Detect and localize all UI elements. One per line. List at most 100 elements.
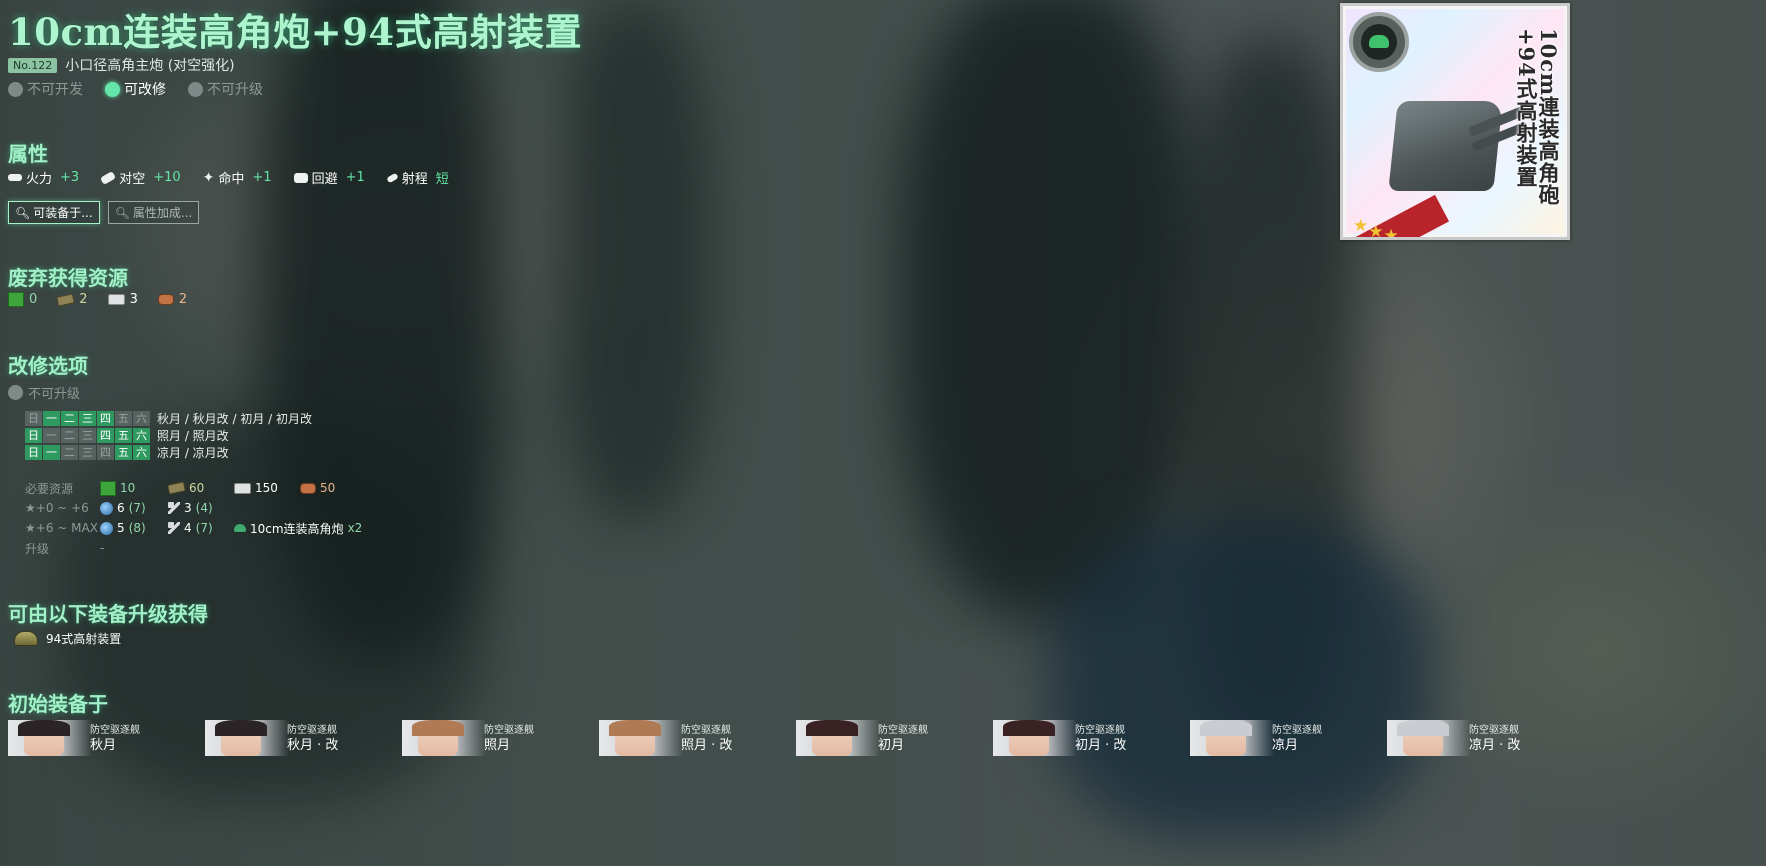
aa-fire-director-icon bbox=[14, 631, 38, 646]
scrap-fuel: 0 bbox=[8, 292, 37, 307]
ship-card[interactable]: 防空驱逐舰 秋月 · 改 bbox=[205, 720, 402, 756]
schedule-row: 日一二三四五六 秋月 / 秋月改 / 初月 / 初月改 bbox=[25, 410, 312, 427]
schedule-row: 日一二三四五六 凉月 / 凉月改 bbox=[25, 444, 312, 461]
steel-icon bbox=[107, 294, 125, 305]
accuracy-icon: ✦ bbox=[202, 169, 215, 186]
ship-type: 防空驱逐舰 bbox=[484, 725, 534, 736]
weekday-cell: 六 bbox=[133, 411, 150, 426]
ship-name: 初月 bbox=[878, 738, 905, 753]
weekday-cell: 一 bbox=[43, 428, 60, 443]
weekday-cell: 五 bbox=[115, 428, 132, 443]
equippable-ships-button[interactable]: 🔍︎ 可装备于... bbox=[8, 201, 100, 224]
requirement-stage2-row: ★+6 ~ MAX 5 (8) 4 (7) 10cm连装高角炮 x2 bbox=[25, 520, 363, 537]
scrap-bauxite: 2 bbox=[157, 292, 187, 307]
ship-banner-image bbox=[599, 720, 683, 756]
weekday-cell: 三 bbox=[79, 411, 96, 426]
weekday-cell: 二 bbox=[61, 445, 78, 460]
weekday-grid: 日一二三四五六 bbox=[25, 411, 151, 426]
equipment-number-badge: No.122 bbox=[8, 57, 58, 73]
weekday-cell: 二 bbox=[61, 411, 78, 426]
weekday-cell: 四 bbox=[97, 445, 114, 460]
ship-type: 防空驱逐舰 bbox=[1075, 725, 1125, 736]
stat-accuracy: ✦ 命中 +1 bbox=[202, 169, 272, 188]
weekday-cell: 三 bbox=[79, 428, 96, 443]
consumed-equipment[interactable]: 10cm连装高角炮 x2 bbox=[234, 520, 362, 537]
section-title-stats: 属性 bbox=[8, 142, 48, 166]
stat-bonus-button[interactable]: 🔍︎ 属性加成... bbox=[107, 201, 200, 224]
scrap-resources: 0 2 3 2 bbox=[8, 292, 187, 307]
weekday-cell: 一 bbox=[43, 411, 60, 426]
star-icon: ★ bbox=[1383, 226, 1399, 240]
development-material-icon bbox=[100, 521, 113, 535]
ship-card[interactable]: 防空驱逐舰 初月 bbox=[796, 720, 993, 756]
status-upgradable: 不可升级 bbox=[188, 79, 263, 99]
weekday-cell: 六 bbox=[133, 428, 150, 443]
weekday-cell: 四 bbox=[97, 428, 114, 443]
helper-ships: 凉月 / 凉月改 bbox=[157, 446, 229, 460]
equipment-category: 小口径高角主炮 (对空强化) bbox=[65, 58, 235, 74]
high-angle-gun-icon bbox=[234, 524, 246, 532]
ship-banner-image bbox=[205, 720, 289, 756]
status-develop: 不可开发 bbox=[8, 79, 83, 99]
weekday-cell: 日 bbox=[25, 445, 42, 460]
equipment-subline: No.122 小口径高角主炮 (对空强化) bbox=[8, 55, 235, 75]
weekday-cell: 四 bbox=[97, 411, 114, 426]
ammo-icon bbox=[167, 481, 186, 495]
steel-icon bbox=[234, 482, 251, 494]
ship-card[interactable]: 防空驱逐舰初月 · 改 bbox=[993, 720, 1190, 756]
ship-name: 初月 · 改 bbox=[1075, 738, 1127, 753]
ship-card[interactable]: 防空驱逐舰 凉月 bbox=[1190, 720, 1387, 756]
scrap-ammo: 2 bbox=[56, 292, 88, 307]
improvement-upgrade-status: 不可升级 bbox=[8, 383, 80, 402]
status-dot-icon bbox=[8, 81, 23, 97]
section-title-scrap: 废弃获得资源 bbox=[8, 266, 128, 290]
improvement-schedule: 日一二三四五六 秋月 / 秋月改 / 初月 / 初月改 日一二三四五六 照月 /… bbox=[25, 410, 312, 461]
ship-name: 秋月 bbox=[90, 738, 117, 753]
weekday-cell: 五 bbox=[115, 445, 132, 460]
ship-type: 防空驱逐舰 bbox=[681, 725, 731, 736]
range-icon bbox=[385, 172, 399, 183]
weekday-cell: 三 bbox=[79, 445, 96, 460]
ship-type: 防空驱逐舰 bbox=[90, 725, 140, 736]
upgrade-source-item[interactable]: 94式高射装置 bbox=[14, 630, 121, 647]
development-material-icon bbox=[100, 501, 113, 515]
weekday-grid: 日一二三四五六 bbox=[25, 428, 151, 443]
ship-banner-image bbox=[402, 720, 486, 756]
ship-type: 防空驱逐舰 bbox=[1272, 725, 1322, 736]
bauxite-icon bbox=[300, 482, 316, 494]
ship-card[interactable]: 防空驱逐舰 照月 · 改 bbox=[599, 720, 796, 756]
status-dot-icon bbox=[105, 81, 120, 97]
equipment-card: 10cm連装高角砲+94式高射装置 ★★★ bbox=[1340, 3, 1570, 240]
star-icon: ★ bbox=[1353, 216, 1369, 236]
star-icon: ★ bbox=[1368, 222, 1384, 240]
scrap-steel: 3 bbox=[107, 292, 138, 307]
status-dot-icon bbox=[188, 81, 203, 97]
stats-row: 火力 +3 对空 +10 ✦ 命中 +1 回避 +1 射程短 bbox=[8, 168, 449, 187]
search-icon: 🔍︎ bbox=[114, 205, 130, 220]
schedule-row: 日一二三四五六 照月 / 照月改 bbox=[25, 427, 312, 444]
rarity-stars: ★★★ bbox=[1353, 216, 1399, 238]
bauxite-icon bbox=[157, 294, 174, 305]
weekday-grid: 日一二三四五六 bbox=[25, 445, 151, 460]
ship-name: 凉月 bbox=[1272, 738, 1299, 753]
stat-range: 射程短 bbox=[385, 168, 449, 187]
ship-card[interactable]: 防空驱逐舰 照月 bbox=[402, 720, 599, 756]
stat-evasion: 回避 +1 bbox=[293, 168, 365, 187]
helper-ships: 照月 / 照月改 bbox=[157, 429, 229, 443]
high-angle-gun-type-icon bbox=[1349, 12, 1409, 72]
ship-banner-image bbox=[993, 720, 1077, 756]
weekday-cell: 六 bbox=[133, 445, 150, 460]
ship-name: 凉月 · 改 bbox=[1469, 738, 1521, 753]
status-dot-icon bbox=[8, 385, 23, 400]
stat-anti-air: 对空 +10 bbox=[100, 168, 181, 187]
requirement-upgrade-row: 升级 - bbox=[25, 541, 105, 556]
weekday-cell: 二 bbox=[61, 428, 78, 443]
ship-name: 照月 bbox=[484, 738, 511, 753]
ship-type: 防空驱逐舰 bbox=[1469, 725, 1519, 736]
ship-name: 秋月 · 改 bbox=[287, 738, 339, 753]
helper-ships: 秋月 / 秋月改 / 初月 / 初月改 bbox=[157, 412, 313, 426]
status-indicators: 不可开发 可改修 不可升级 bbox=[8, 79, 263, 99]
ship-card[interactable]: 防空驱逐舰 秋月 bbox=[8, 720, 205, 756]
section-title-improvement: 改修选项 bbox=[8, 354, 88, 378]
ship-card[interactable]: 防空驱逐舰凉月 · 改 bbox=[1387, 720, 1584, 756]
